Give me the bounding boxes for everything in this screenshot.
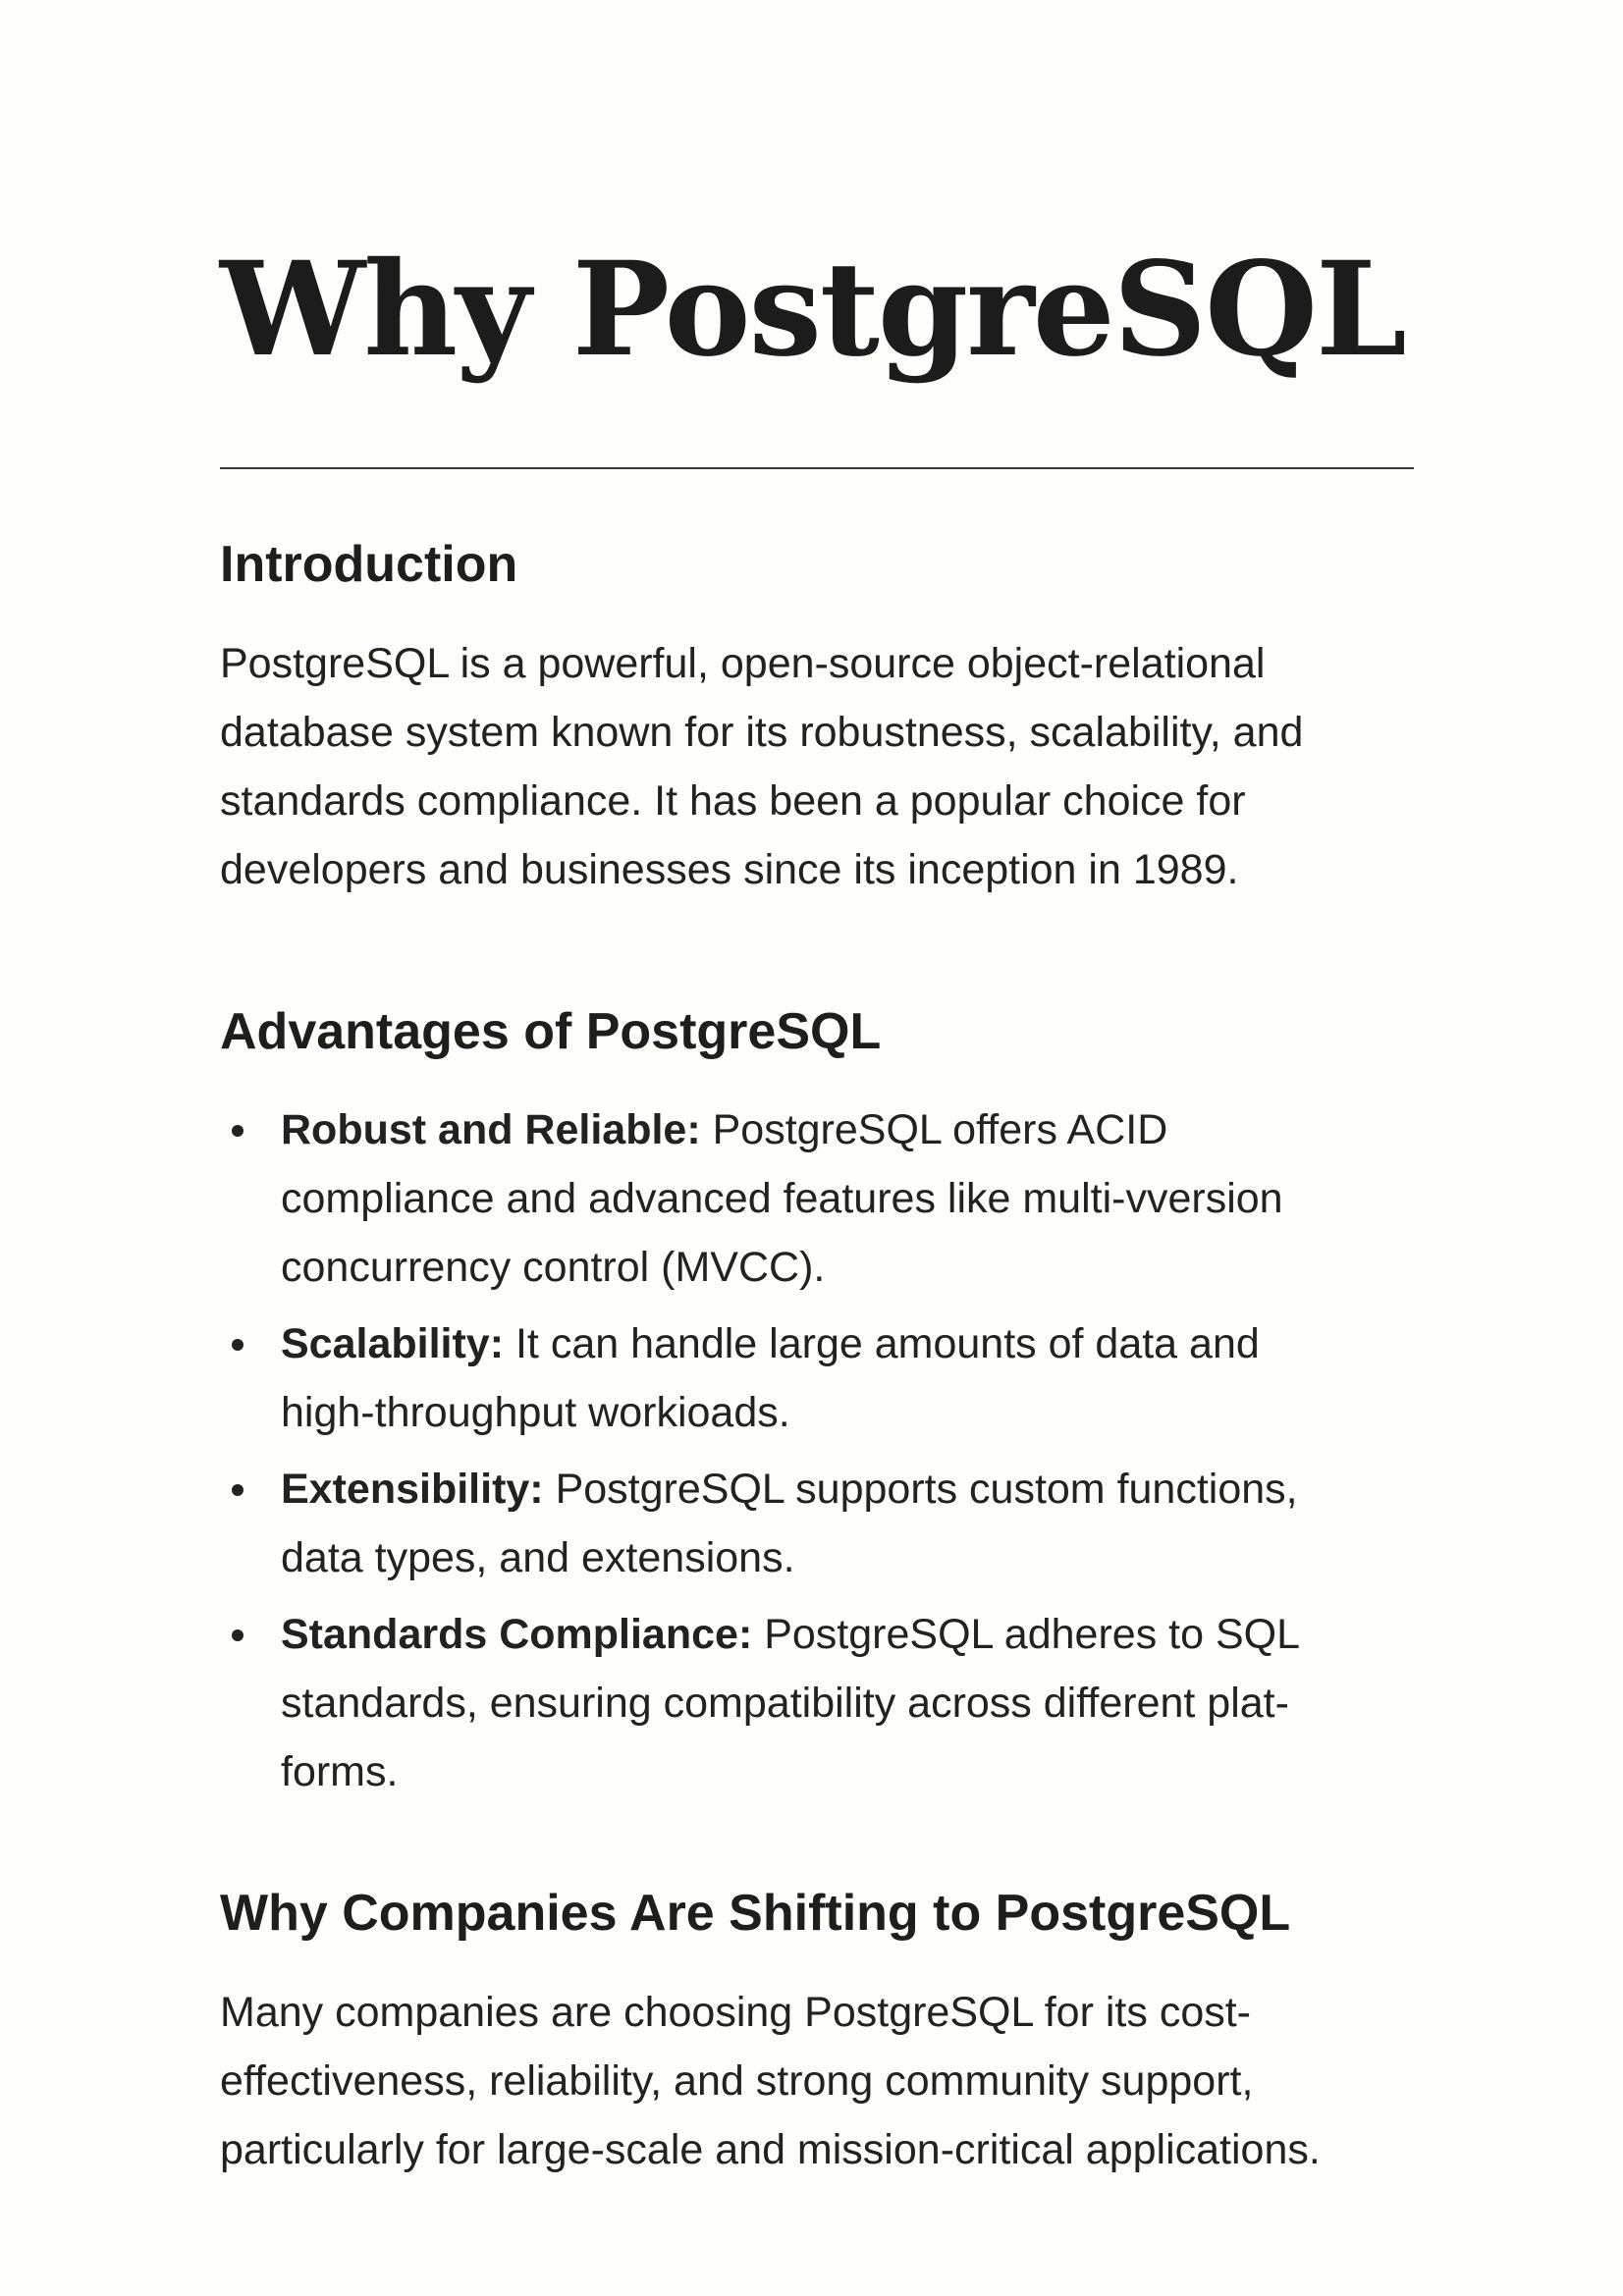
list-item-text: forms. bbox=[281, 1748, 399, 1795]
list-item: Standards Compliance: PostgreSQL adheres… bbox=[220, 1600, 1437, 1806]
list-item: Robust and Reliable: PostgreSQL offers A… bbox=[220, 1095, 1437, 1302]
bullet-icon bbox=[232, 1339, 243, 1351]
intro-line: developers and businesses since its ince… bbox=[220, 846, 1239, 893]
list-item-text: concurrency control (MVCC). bbox=[281, 1244, 826, 1291]
list-item-term: Standards Compliance: bbox=[281, 1611, 753, 1658]
shift-paragraph: Many companies are choosing PostgreSQL f… bbox=[220, 1978, 1437, 2184]
intro-line: standards compliance. It has been a popu… bbox=[220, 777, 1246, 825]
shift-line: particularly for large-scale and mission… bbox=[220, 2126, 1321, 2173]
intro-paragraph: PostgreSQL is a powerful, open-source ob… bbox=[220, 629, 1437, 904]
bullet-icon bbox=[232, 1629, 243, 1641]
section-heading-introduction: Introduction bbox=[220, 536, 518, 593]
list-item-text: PostgreSQL adheres to SQL bbox=[752, 1611, 1300, 1658]
list-item-term: Robust and Reliable: bbox=[281, 1106, 701, 1153]
list-item-text: standards, ensuring compatibility across… bbox=[281, 1680, 1289, 1727]
shift-line: effectiveness, reliability, and strong c… bbox=[220, 2057, 1254, 2105]
list-item: Scalability: It can handle large amounts… bbox=[220, 1309, 1437, 1447]
list-item-text: PostgreSQL offers ACID bbox=[700, 1106, 1168, 1153]
shift-line: Many companies are choosing PostgreSQL f… bbox=[220, 1989, 1251, 2036]
page-title: Why PostgreSQL bbox=[220, 234, 1407, 386]
list-item-text: high-throughput workioads. bbox=[281, 1389, 790, 1436]
list-item: Extensibility: PostgreSQL supports custo… bbox=[220, 1455, 1437, 1592]
advantages-list: Robust and Reliable: PostgreSQL offers A… bbox=[220, 1095, 1437, 1814]
list-item-term: Extensibility: bbox=[281, 1466, 544, 1513]
bullet-icon bbox=[232, 1125, 243, 1137]
list-item-text: PostgreSQL supports custom functions, bbox=[543, 1466, 1298, 1513]
list-item-text: It can handle large amounts of data and bbox=[504, 1320, 1260, 1367]
section-heading-advantages: Advantages of PostgreSQL bbox=[220, 1003, 882, 1060]
list-item-text: data types, and extensions. bbox=[281, 1534, 795, 1581]
section-heading-shift: Why Companies Are Shifting to PostgreSQL bbox=[220, 1885, 1291, 1942]
intro-line: database system known for its robustness… bbox=[220, 709, 1304, 756]
list-item-term: Scalability: bbox=[281, 1320, 505, 1367]
title-divider bbox=[220, 467, 1414, 469]
intro-line: PostgreSQL is a powerful, open-source ob… bbox=[220, 640, 1266, 687]
list-item-text: compliance and advanced features like mu… bbox=[281, 1175, 1283, 1222]
bullet-icon bbox=[232, 1484, 243, 1496]
